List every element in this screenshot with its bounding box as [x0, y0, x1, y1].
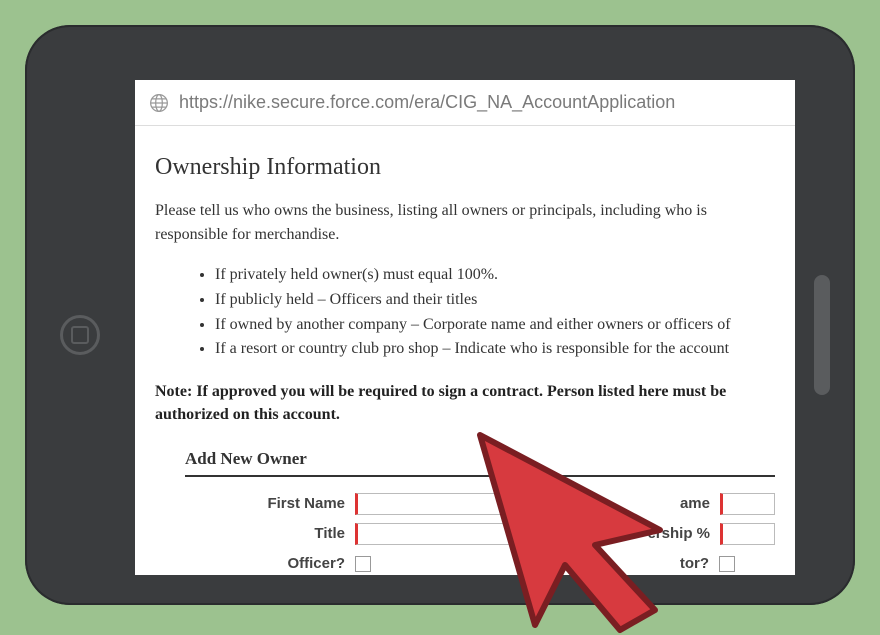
url-bar[interactable]: https://nike.secure.force.com/era/CIG_NA… [135, 80, 795, 126]
label-last-name: ame [680, 495, 720, 512]
browser-screen: https://nike.secure.force.com/era/CIG_NA… [135, 80, 795, 575]
checkbox-director[interactable] [719, 556, 735, 572]
input-first-name[interactable] [355, 493, 565, 515]
input-ownership-pct[interactable] [720, 523, 775, 545]
checkbox-officer[interactable] [355, 556, 371, 572]
tablet-frame: https://nike.secure.force.com/era/CIG_NA… [25, 25, 855, 605]
bullet-item: If privately held owner(s) must equal 10… [215, 263, 775, 288]
label-ownership-pct: ership % [647, 525, 720, 542]
label-officer: Officer? [185, 555, 355, 572]
note-text: Note: If approved you will be required t… [155, 380, 775, 426]
globe-icon [149, 93, 169, 113]
home-button[interactable] [60, 315, 100, 355]
label-director: tor? [680, 555, 719, 572]
side-button[interactable] [814, 275, 830, 395]
form-section: Add New Owner First Name ame Title ershi… [155, 449, 775, 575]
label-first-name: First Name [185, 495, 355, 512]
input-title[interactable] [355, 523, 565, 545]
bullet-item: If publicly held – Officers and their ti… [215, 288, 775, 313]
url-text: https://nike.secure.force.com/era/CIG_NA… [179, 92, 675, 113]
intro-text: Please tell us who owns the business, li… [155, 199, 775, 247]
form-section-title: Add New Owner [185, 449, 775, 477]
bullet-item: If owned by another company – Corporate … [215, 313, 775, 338]
input-last-name[interactable] [720, 493, 775, 515]
label-title: Title [185, 525, 355, 542]
bullet-list: If privately held owner(s) must equal 10… [155, 263, 775, 362]
form-row: Title ership % [185, 519, 775, 549]
form-row: Officer? tor? [185, 549, 775, 575]
page-content: Ownership Information Please tell us who… [135, 126, 795, 575]
page-heading: Ownership Information [155, 154, 775, 181]
bullet-item: If a resort or country club pro shop – I… [215, 337, 775, 362]
form-row: First Name ame [185, 489, 775, 519]
